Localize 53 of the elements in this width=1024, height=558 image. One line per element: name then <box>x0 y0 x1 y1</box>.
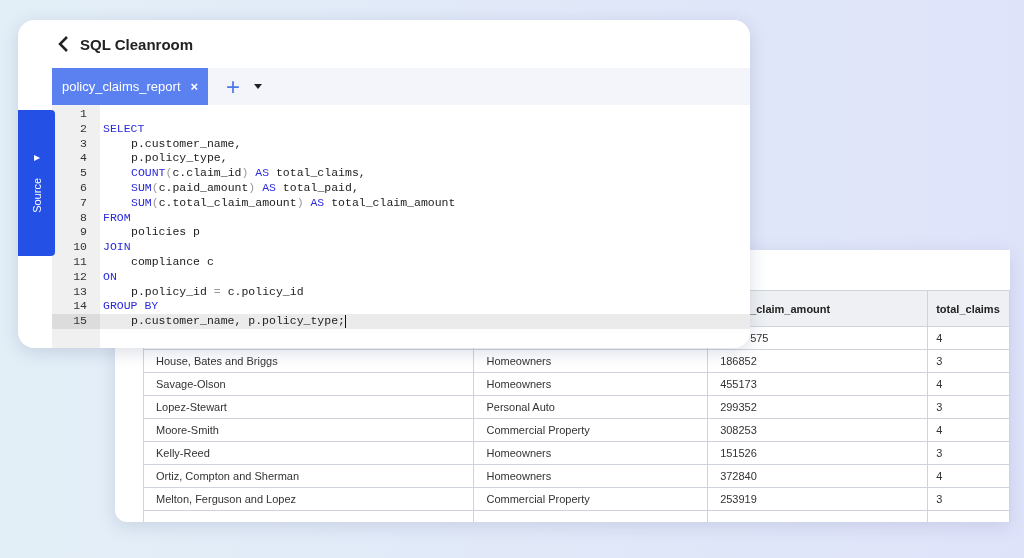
code-line: policies p <box>130 225 200 241</box>
code-line: JOIN <box>102 240 131 255</box>
close-icon[interactable]: × <box>190 79 199 94</box>
query-tab[interactable]: policy_claims_report × <box>52 68 209 105</box>
table-cell: 575 <box>750 332 769 344</box>
code-line: SELECT <box>102 121 145 137</box>
code-line: GROUP BY <box>102 299 159 315</box>
table-cell: 3 <box>936 355 943 367</box>
table-cell: Lopez-Stewart <box>156 401 227 413</box>
column-header[interactable]: _claim_amount <box>750 302 831 315</box>
code-line: p.policy_type, <box>130 151 228 167</box>
table-cell: 151526 <box>720 447 757 459</box>
window-title: SQL Cleanroom <box>80 35 194 53</box>
add-tab-button[interactable]: + <box>226 74 241 99</box>
caret-icon[interactable] <box>254 84 263 89</box>
code-line: p.customer_name, <box>130 136 242 152</box>
table-cell: 455173 <box>720 378 757 390</box>
code-line: FROM <box>102 210 131 226</box>
table-cell: Homeowners <box>486 355 552 367</box>
table-cell: 4 <box>936 470 943 482</box>
table-cell: Commercial Property <box>486 424 590 436</box>
table-cell: Homeowners <box>486 447 552 459</box>
table-cell: 3 <box>936 401 943 413</box>
table-cell: 4 <box>936 378 943 390</box>
table-cell: Homeowners <box>486 378 552 390</box>
table-cell: Moore-Smith <box>156 424 219 436</box>
table-cell: 186852 <box>720 355 757 367</box>
table-cell: Ortiz, Compton and Sherman <box>156 470 300 482</box>
table-cell: 308253 <box>720 424 757 436</box>
table-cell: Homeowners <box>486 470 552 482</box>
table-cell: 3 <box>936 447 943 459</box>
code-line: COUNT(c.claim_id) AS total_claims, <box>130 166 366 181</box>
table-cell: Personal Auto <box>486 401 555 413</box>
table-cell: Kelly-Reed <box>156 447 210 459</box>
table-cell: 372840 <box>720 470 757 482</box>
table-cell: 253919 <box>720 493 757 505</box>
table-cell: 299352 <box>720 401 757 413</box>
table-cell: Commercial Property <box>486 493 590 505</box>
table-cell: 4 <box>936 332 943 344</box>
table-cell: Melton, Ferguson and Lopez <box>156 493 297 505</box>
back-icon[interactable] <box>56 35 70 53</box>
code-line: p.customer_name, p.policy_type; <box>130 314 347 329</box>
table-cell: 3 <box>936 493 943 505</box>
table-cell: 4 <box>936 424 943 436</box>
code-line: compliance c <box>130 254 214 270</box>
source-panel-toggle[interactable]: ▸ Source <box>18 110 55 256</box>
code-line: SUM(c.paid_amount) AS total_paid, <box>130 181 359 196</box>
table-cell: Savage-Olson <box>156 378 226 390</box>
table-cell: House, Bates and Briggs <box>156 355 278 367</box>
code-line: SUM(c.total_claim_amount) AS total_claim_amount <box>130 195 456 211</box>
code-line: ON <box>102 269 117 285</box>
line-number: 15 <box>52 314 100 329</box>
code-line: p.policy_id = c.policy_id <box>130 284 304 300</box>
